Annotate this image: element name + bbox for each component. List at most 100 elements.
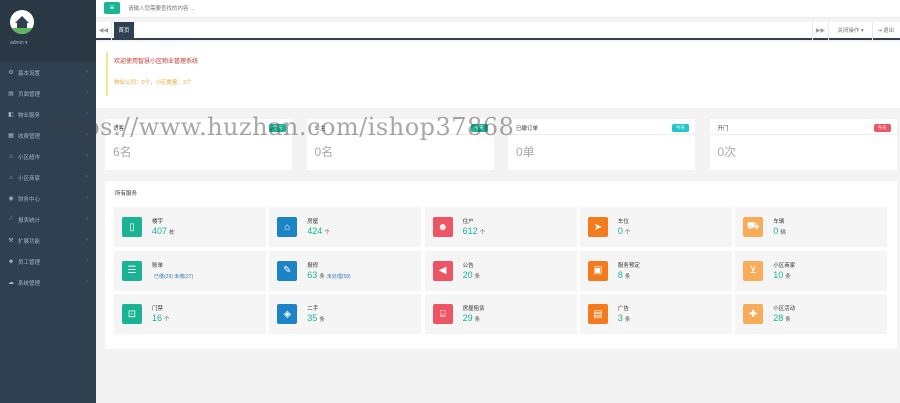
- sidebar-item-label: 员工管理: [18, 259, 41, 266]
- service-item[interactable]: ⌸ 房屋租赁 29 条: [424, 294, 577, 334]
- stat-card-header: 访客 今天: [105, 119, 292, 135]
- service-unit: 条: [474, 273, 481, 280]
- service-sub-link[interactable]: 未处理(58): [327, 274, 351, 280]
- service-value: 28 条: [773, 313, 791, 323]
- cart-icon: ⌂: [9, 153, 13, 160]
- lock-icon: ⊡: [122, 304, 142, 324]
- service-count: 0: [617, 226, 623, 236]
- sidebar-item[interactable]: ⚙ 基本设置 ‹: [0, 62, 96, 83]
- service-item[interactable]: ◀ 公告 20 条: [424, 250, 577, 291]
- sidebar-item[interactable]: ◉ 财务中心 ‹: [0, 188, 96, 209]
- stat-card: 业主 今天 0名: [306, 119, 494, 170]
- service-name: 房屋: [307, 219, 319, 225]
- close-tabs-dropdown[interactable]: 关闭操作 ▾: [828, 22, 872, 40]
- chevron-left-icon: ‹: [86, 174, 88, 180]
- bullhorn-icon: ◀: [432, 260, 453, 281]
- service-value: 已缴(29) 未缴(27): [152, 270, 193, 280]
- chevron-left-icon: ‹: [86, 237, 88, 243]
- service-item[interactable]: ☻ 住户 612 个: [424, 207, 577, 247]
- service-name: 小区商家: [773, 262, 796, 269]
- sidebar-item[interactable]: ⌂ 小区商家 ‹: [0, 167, 96, 188]
- sidebar-item[interactable]: ◧ 物业服务 ‹: [0, 104, 96, 125]
- stat-card-header: 开门 今天: [709, 119, 897, 135]
- service-item[interactable]: ⊻ 小区商家 10 条: [735, 250, 888, 291]
- service-name: 车辆: [773, 219, 785, 225]
- plug-icon: ⚒: [8, 238, 14, 244]
- car-icon: ⛟: [743, 217, 764, 237]
- chevron-left-icon: ‹: [86, 90, 88, 96]
- sidebar-item[interactable]: ⚒ 扩展功能 ‹: [0, 230, 96, 251]
- newspaper-icon: ▤: [587, 304, 608, 324]
- service-count: 29: [462, 313, 473, 323]
- service-count: 3: [617, 313, 623, 323]
- service-count: 612: [462, 226, 478, 236]
- sidebar-item[interactable]: ⟋ 报表统计 ‹: [0, 209, 96, 230]
- service-value: 0个: [618, 226, 631, 236]
- chevron-left-icon: ‹: [86, 132, 88, 138]
- service-item[interactable]: ▯ 楼宇 407 栋: [114, 207, 266, 247]
- list-icon: ☰: [122, 260, 142, 281]
- service-name: 车位: [617, 219, 629, 225]
- service-value: 20 条: [463, 270, 481, 280]
- service-name: 账单: [152, 262, 164, 269]
- stat-card-value: 0名: [314, 145, 334, 159]
- service-item[interactable]: ✎ 报修 63 条未处理(58): [269, 250, 422, 291]
- welcome-title: 欢迎使用智慧小区物业管理系统: [114, 59, 199, 65]
- stat-card-badge: 今天: [470, 124, 488, 132]
- chevron-left-icon: ‹: [86, 258, 88, 264]
- service-item[interactable]: ▣ 服务预定 8 条: [579, 250, 732, 291]
- gear-icon: ⚙: [8, 70, 14, 76]
- sidebar-item-label: 小区商家: [18, 175, 41, 182]
- service-item[interactable]: ⌂ 房屋 424 个: [269, 207, 422, 247]
- gift-icon: ✚: [743, 304, 764, 324]
- stat-card-value: 0单: [516, 145, 535, 159]
- service-sub-link[interactable]: 已缴(29) 未缴(27): [154, 274, 193, 280]
- service-value: 8条: [618, 270, 631, 280]
- service-value: 10 条: [773, 270, 791, 280]
- stat-card-value: 0次: [717, 145, 737, 159]
- sidebar-item[interactable]: ▦ 收费管理 ‹: [0, 125, 96, 146]
- service-name: 报修: [307, 262, 319, 269]
- service-item[interactable]: ▤ 广告 3 条: [579, 294, 732, 334]
- person-icon: ☻: [432, 217, 453, 237]
- chevron-left-icon: ‹: [86, 195, 88, 201]
- service-count: 10: [773, 269, 784, 280]
- logo-icon: [10, 10, 34, 34]
- service-item[interactable]: ⊡ 门禁 16 个: [114, 294, 266, 334]
- service-name: 房屋租赁: [462, 306, 485, 312]
- service-value: 29 条: [463, 313, 481, 323]
- service-value: 407 栋: [152, 226, 175, 236]
- building-icon: ▯: [122, 217, 142, 237]
- calendar-icon: ▣: [587, 260, 608, 281]
- top-bar: ≡: [96, 0, 900, 18]
- tab-scroll-right-button[interactable]: ▶▶: [812, 22, 828, 40]
- sidebar-item[interactable]: ☻ 员工管理 ‹: [0, 251, 96, 272]
- service-unit: 条: [474, 317, 481, 323]
- service-value: 63 条未处理(58): [307, 270, 350, 280]
- tab-scroll-left-button[interactable]: ◀◀: [96, 22, 112, 40]
- service-icon: ◧: [8, 112, 14, 118]
- sidebar-item-label: 报表统计: [18, 217, 41, 224]
- sidebar-item[interactable]: ⌂ 小区超市 ‹: [0, 146, 96, 167]
- tab-home[interactable]: 首页: [114, 22, 134, 40]
- menu-toggle-button[interactable]: ≡: [104, 2, 120, 14]
- logout-button[interactable]: ⇥ 退出: [872, 22, 900, 40]
- service-item[interactable]: ⛟ 车辆 0 辆: [735, 207, 888, 247]
- service-item[interactable]: ➤ 车位 0 个: [579, 207, 732, 247]
- service-item[interactable]: ☰ 账单已缴(29) 未缴(27): [114, 250, 266, 291]
- service-item[interactable]: ◈ 二手 35 条: [269, 294, 422, 334]
- shop-icon: ⌂: [9, 174, 13, 181]
- user-menu[interactable]: admin ▾: [10, 40, 28, 46]
- welcome-box: 欢迎使用智慧小区物业管理系统 物业公司：0个，小区数量：3个: [106, 52, 406, 96]
- chevron-left-icon: ‹: [86, 69, 88, 75]
- search-input[interactable]: [128, 3, 428, 15]
- service-count: 28: [773, 313, 784, 323]
- chevron-left-icon: ‹: [86, 216, 88, 222]
- service-name: 门禁: [152, 306, 164, 312]
- cube-icon: ◈: [277, 304, 298, 324]
- sidebar-item[interactable]: ▤ 页面管理 ‹: [0, 83, 96, 104]
- stat-card-value: 6名: [113, 145, 132, 159]
- service-name: 广告: [617, 306, 629, 312]
- service-item[interactable]: ✚ 小区活动 28 条: [735, 294, 888, 334]
- sidebar-item[interactable]: ☁ 系统管理 ‹: [0, 272, 96, 293]
